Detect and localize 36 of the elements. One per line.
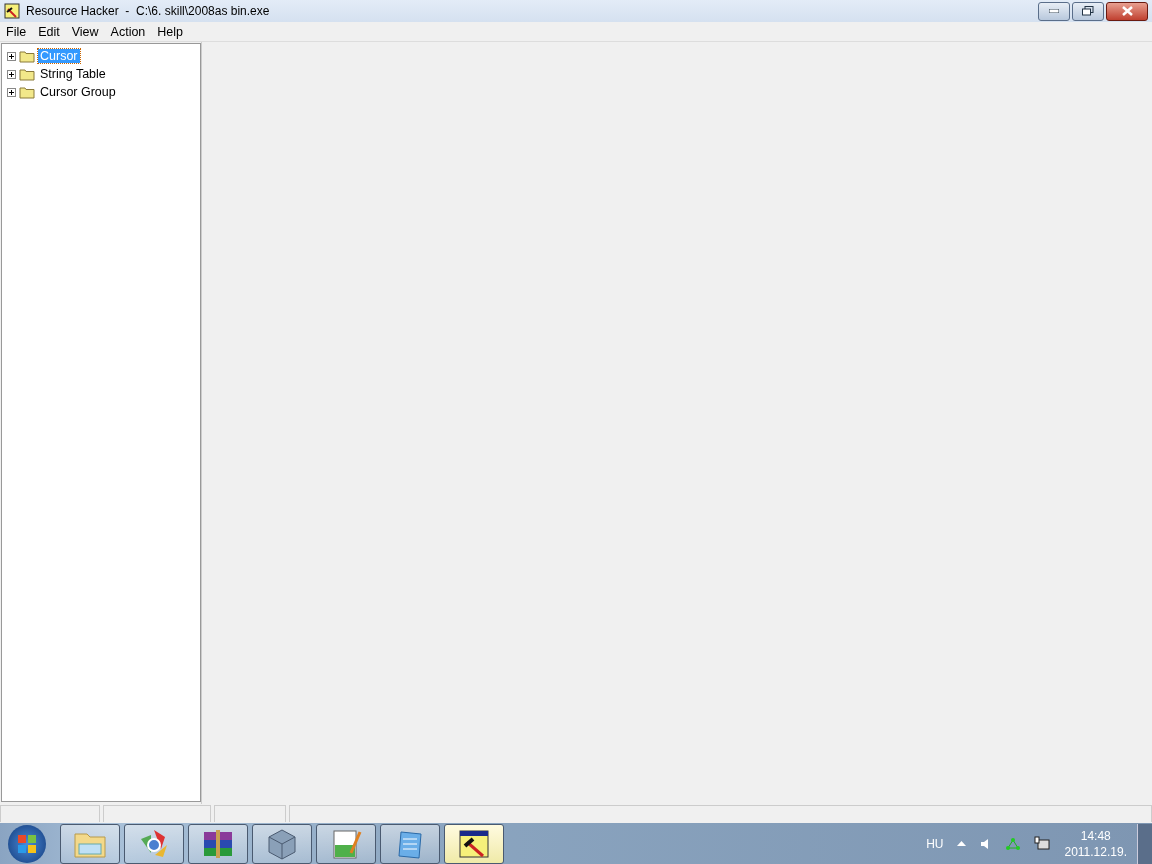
folder-icon bbox=[19, 85, 35, 99]
minimize-button[interactable] bbox=[1038, 1, 1070, 21]
restore-button[interactable] bbox=[1072, 1, 1104, 21]
close-button[interactable] bbox=[1106, 1, 1148, 21]
tree-item[interactable]: Cursor Group bbox=[38, 85, 118, 99]
expand-icon[interactable] bbox=[7, 51, 16, 61]
monitor-icon[interactable] bbox=[1034, 835, 1051, 852]
close-icon bbox=[1121, 6, 1133, 16]
network-nodes-icon[interactable] bbox=[1006, 837, 1021, 850]
start-button[interactable] bbox=[8, 824, 46, 863]
menu-item[interactable]: View bbox=[65, 24, 105, 39]
expand-icon[interactable] bbox=[7, 69, 16, 79]
windows-logo-icon bbox=[17, 833, 37, 854]
taskbar-button[interactable] bbox=[124, 823, 184, 864]
tree-item[interactable]: String Table bbox=[38, 67, 108, 81]
menu-item[interactable]: Action bbox=[104, 24, 152, 39]
menu-item[interactable]: Help bbox=[151, 24, 190, 39]
window-hammer-icon bbox=[457, 827, 491, 860]
window-title: Resource Hacker - C:\6. skill\2008as bin.exe bbox=[26, 4, 271, 18]
expand-icon[interactable] bbox=[7, 87, 16, 97]
app-icon bbox=[4, 3, 20, 19]
taskbar-button[interactable] bbox=[316, 823, 376, 864]
folder-icon bbox=[19, 67, 35, 81]
taskbar-button[interactable] bbox=[60, 823, 120, 864]
menu-item[interactable]: File bbox=[0, 24, 33, 39]
show-desktop-button[interactable] bbox=[1137, 823, 1152, 864]
status-bar-panel bbox=[214, 805, 286, 822]
taskbar-button[interactable] bbox=[252, 823, 312, 864]
caret-up-icon[interactable] bbox=[957, 841, 967, 846]
taskbar-button[interactable] bbox=[444, 823, 504, 864]
restore-icon bbox=[1082, 6, 1094, 16]
menu-item[interactable]: Edit bbox=[32, 24, 66, 39]
folder-icon bbox=[19, 49, 35, 63]
taskbar-button[interactable] bbox=[188, 823, 248, 864]
minimize-icon bbox=[1049, 9, 1059, 13]
archive-icon bbox=[201, 827, 235, 860]
